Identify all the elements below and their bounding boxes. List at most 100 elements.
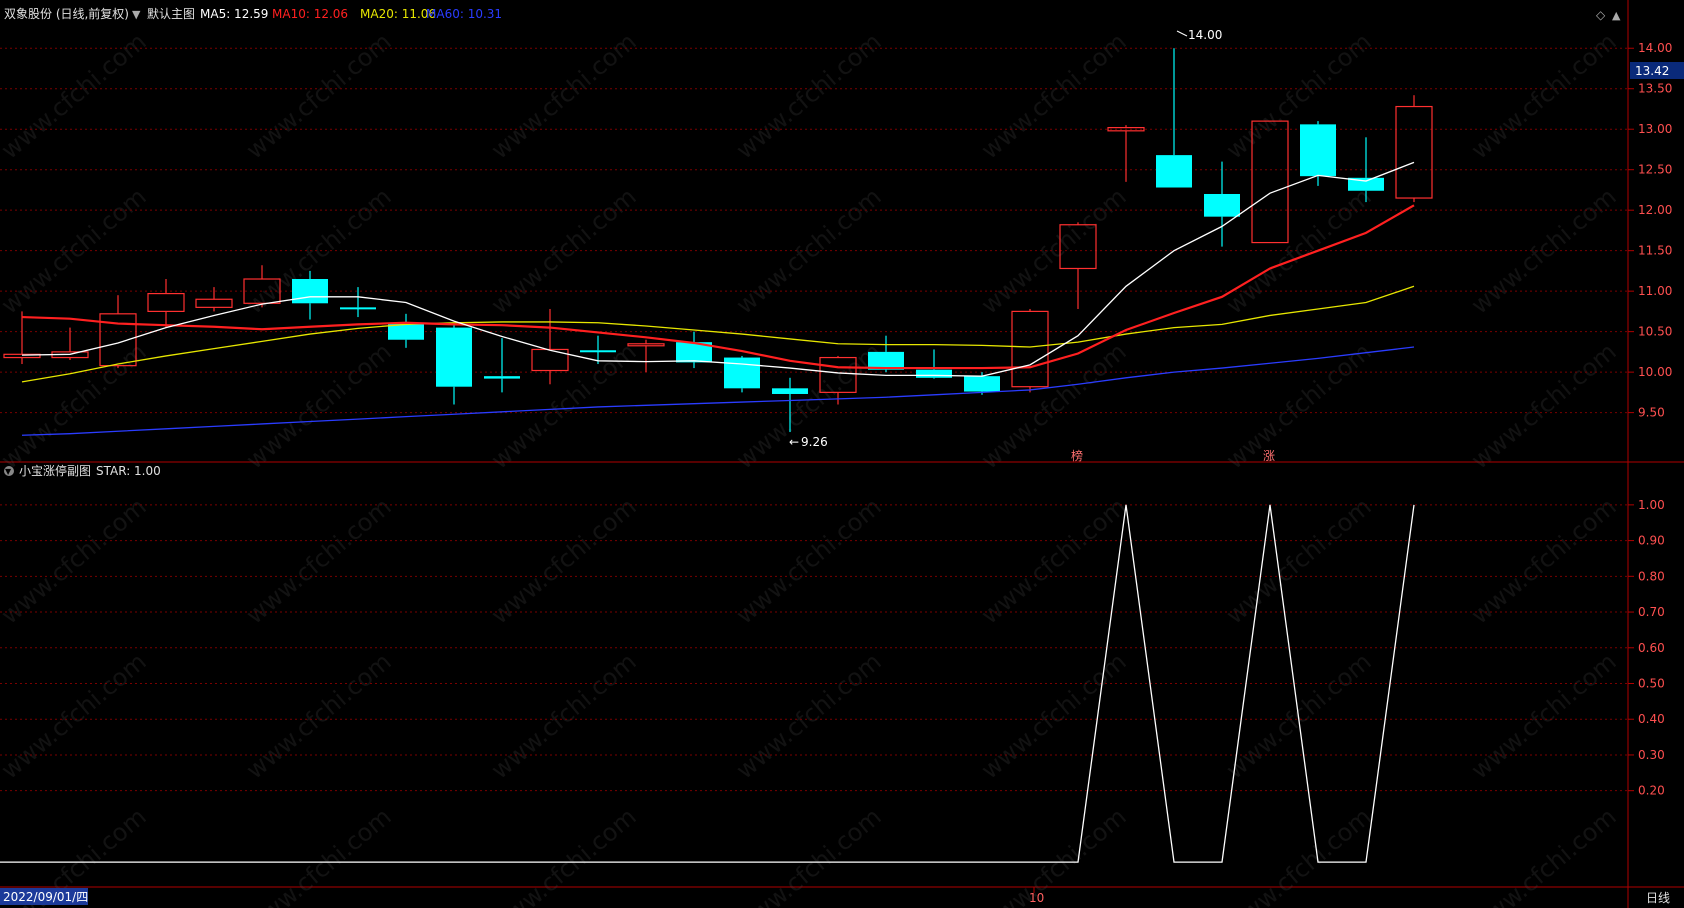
candle-body xyxy=(916,369,952,378)
y-tick-label: 1.00 xyxy=(1638,498,1665,512)
candle-body xyxy=(724,357,760,389)
current-price: 13.42 xyxy=(1635,64,1669,78)
y-tick-label: 0.60 xyxy=(1638,641,1665,655)
tag-zhang: 涨 xyxy=(1263,448,1275,463)
y-tick-label: 12.50 xyxy=(1638,163,1672,177)
watermark-text: www.cfchi.com xyxy=(976,492,1132,629)
watermark-text: www.cfchi.com xyxy=(241,27,397,164)
watermark-text: www.cfchi.com xyxy=(1221,182,1377,319)
y-tick-label: 0.90 xyxy=(1638,534,1665,548)
settings-icon[interactable]: ▼ xyxy=(132,8,141,21)
candle-body xyxy=(964,376,1000,392)
candle-down xyxy=(1204,161,1240,247)
candle-down xyxy=(868,335,904,373)
candle-up xyxy=(1011,308,1049,393)
low-price-label: 9.26 xyxy=(801,435,828,449)
ma60-line xyxy=(21,346,1415,436)
watermark-text: www.cfchi.com xyxy=(976,27,1132,164)
candle-body xyxy=(580,350,616,353)
ma10-label: MA10: 12.06 xyxy=(272,7,348,21)
watermark-text: www.cfchi.com xyxy=(486,647,642,784)
watermark-layer: www.cfchi.com www.cfchi.com www.cfchi.com w… xyxy=(0,27,1622,908)
current-price-tag: 13.42 xyxy=(1630,62,1684,79)
y-tick-label: 0.70 xyxy=(1638,605,1665,619)
watermark-text: www.cfchi.com xyxy=(0,647,152,784)
y-tick-label: 11.00 xyxy=(1638,284,1672,298)
sub-y-axis-ticks: 0.20 0.30 0.40 0.50 0.60 0.70 0.80 0.90 1.00 xyxy=(1628,498,1665,798)
y-tick-label: 10.50 xyxy=(1638,325,1672,339)
candle-body xyxy=(627,343,665,347)
watermark-text: www.cfchi.com xyxy=(976,802,1132,908)
y-tick-label: 9.50 xyxy=(1638,406,1665,420)
watermark-text: www.cfchi.com xyxy=(731,647,887,784)
candle-down xyxy=(916,349,952,379)
watermark-text: www.cfchi.com xyxy=(731,27,887,164)
ma60-label: MA60: 10.31 xyxy=(426,7,502,21)
main-header: 双象股份 (日线,前复权) ▼ 默认主图 MA5: 12.59 MA10: 12… xyxy=(4,6,502,21)
watermark-text: www.cfchi.com xyxy=(1221,492,1377,629)
candle-body xyxy=(292,279,328,304)
watermark-text: www.cfchi.com xyxy=(1466,802,1622,908)
candle-body xyxy=(436,327,472,387)
high-marker: 14.00 xyxy=(1176,28,1222,42)
watermark-text: www.cfchi.com xyxy=(976,647,1132,784)
watermark-text: www.cfchi.com xyxy=(0,492,152,629)
candle-body xyxy=(195,298,233,308)
sub-header: ▼ 小宝涨停副图 STAR: 1.00 xyxy=(4,463,161,478)
main-y-axis-ticks: 9.50 10.00 10.50 11.00 11.50 12.00 12.50 13.00 1… xyxy=(1628,41,1672,420)
watermark-text: www.cfchi.com xyxy=(486,182,642,319)
chart-name[interactable]: 默认主图 xyxy=(147,6,195,21)
candle-down xyxy=(724,355,760,393)
watermark-text: www.cfchi.com xyxy=(1466,182,1622,319)
y-tick-label: 14.00 xyxy=(1638,41,1672,55)
watermark-text: www.cfchi.com xyxy=(1466,27,1622,164)
candle-down xyxy=(676,331,712,369)
y-tick-label: 11.50 xyxy=(1638,244,1672,258)
stock-title[interactable]: 双象股份 (日线,前复权) xyxy=(4,6,129,21)
date-axis: 2022/09/01/四 10 日线 xyxy=(0,887,1670,905)
watermark-text: www.cfchi.com xyxy=(486,492,642,629)
ma20-label: MA20: 11.06 xyxy=(360,7,436,21)
low-arrow-icon: ← xyxy=(789,435,799,449)
collapse-arrow-icon: ▼ xyxy=(5,467,12,476)
y-tick-label: 13.00 xyxy=(1638,122,1672,136)
watermark-text: www.cfchi.com xyxy=(1221,337,1377,474)
watermark-text: www.cfchi.com xyxy=(731,802,887,908)
candle-body xyxy=(1300,124,1336,177)
candle-body xyxy=(1156,155,1192,188)
candle-up xyxy=(3,311,41,365)
watermark-text: www.cfchi.com xyxy=(1466,337,1622,474)
candle-body xyxy=(147,292,185,312)
stock-chart[interactable]: www.cfchi.com www.cfchi.com www.cfchi.com w… xyxy=(0,0,1684,908)
sub-title[interactable]: 小宝涨停副图 xyxy=(19,463,91,478)
candlestick-series xyxy=(3,48,1433,433)
watermark-text: www.cfchi.com xyxy=(731,182,887,319)
y-tick-label: 10.00 xyxy=(1638,365,1672,379)
candle-down xyxy=(1156,48,1192,188)
candle-body xyxy=(1395,105,1433,199)
y-tick-label: 0.80 xyxy=(1638,569,1665,583)
watermark-text: www.cfchi.com xyxy=(1221,27,1377,164)
y-tick-label: 13.50 xyxy=(1638,82,1672,96)
watermark-text: www.cfchi.com xyxy=(1466,647,1622,784)
low-marker: 9.26 ← xyxy=(789,435,828,449)
watermark-text: www.cfchi.com xyxy=(241,802,397,908)
diamond-icon[interactable]: ◇ xyxy=(1596,8,1606,22)
candle-body xyxy=(484,376,520,379)
ma5-label: MA5: 12.59 xyxy=(200,7,268,21)
candle-down xyxy=(436,325,472,405)
candle-body xyxy=(772,388,808,394)
candle-up xyxy=(147,279,185,328)
y-tick-label: 0.50 xyxy=(1638,677,1665,691)
scroll-up-icon[interactable]: ▲ xyxy=(1612,9,1621,22)
watermark-text: www.cfchi.com xyxy=(241,492,397,629)
candle-down xyxy=(388,313,424,348)
watermark-text: www.cfchi.com xyxy=(1466,492,1622,629)
tag-bang: 榜 xyxy=(1071,448,1083,463)
candle-body xyxy=(1011,310,1049,388)
high-price-label: 14.00 xyxy=(1188,28,1222,42)
period-button[interactable]: 日线 xyxy=(1646,891,1670,905)
candle-up xyxy=(1107,125,1145,182)
y-tick-label: 0.30 xyxy=(1638,748,1665,762)
candle-down xyxy=(484,338,520,393)
